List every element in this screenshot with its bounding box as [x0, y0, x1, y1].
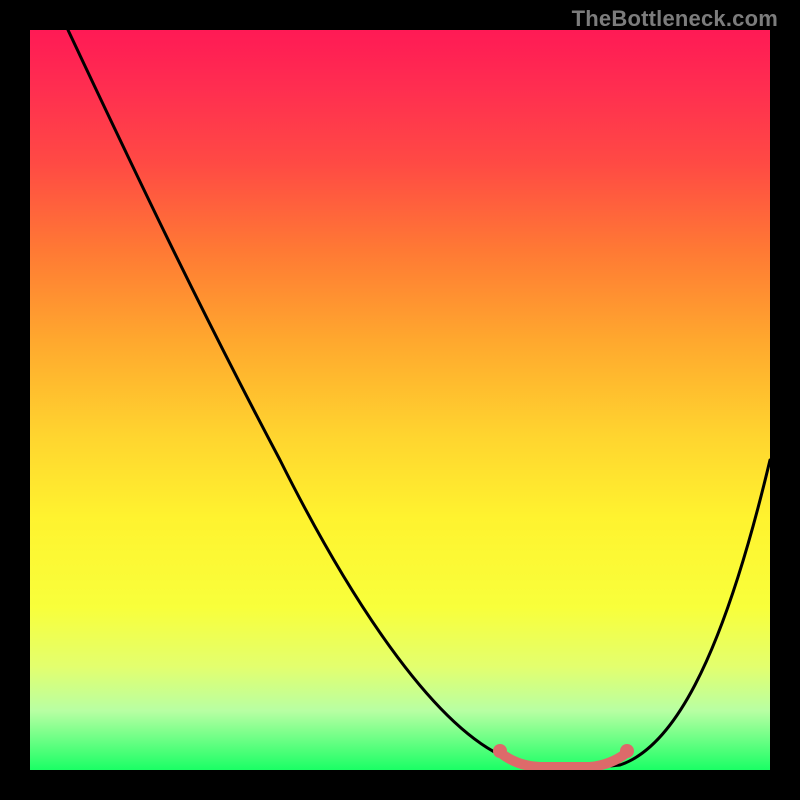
attribution-label: TheBottleneck.com: [572, 6, 778, 32]
optimal-range-highlight: [502, 754, 625, 767]
bottleneck-curve: [68, 30, 770, 768]
chart-frame: TheBottleneck.com: [0, 0, 800, 800]
highlight-dot-right: [620, 744, 634, 758]
curve-svg: [30, 30, 770, 770]
highlight-dot-left: [493, 744, 507, 758]
plot-area: [30, 30, 770, 770]
